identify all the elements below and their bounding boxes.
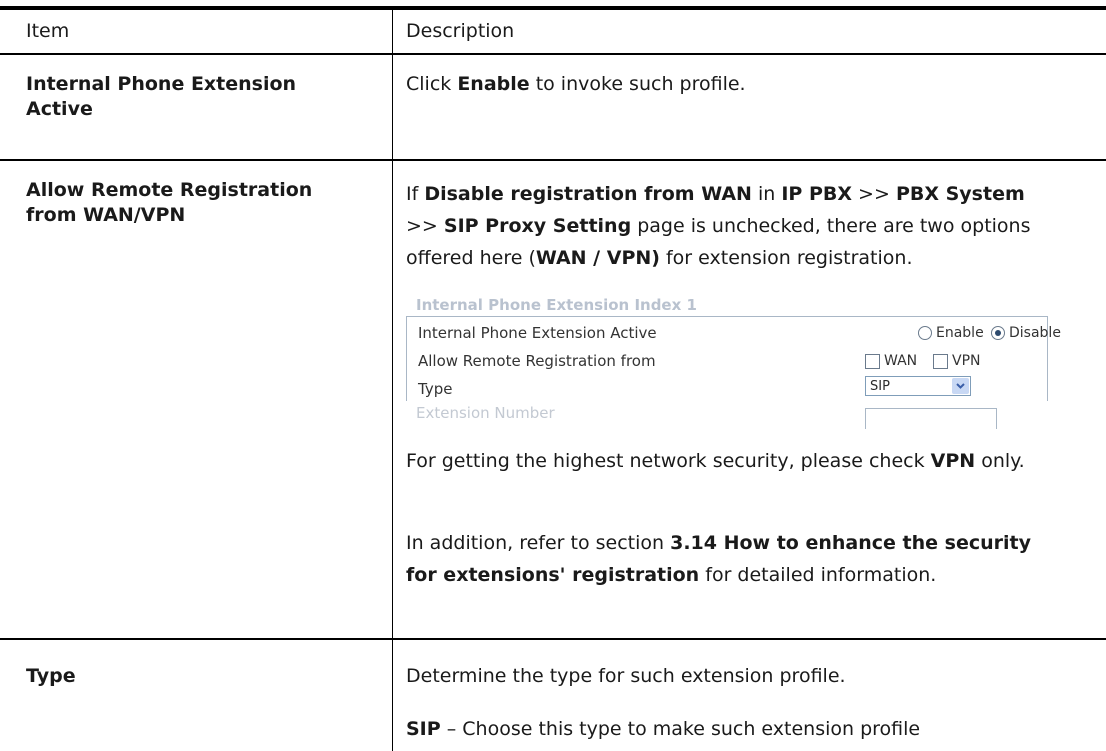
remote-label: Allow Remote Registration from [418,352,656,370]
faded-extension-number: Extension Number [416,404,555,422]
enable-radio[interactable]: Enable [918,325,984,341]
row3-paragraph-2: SIP – Choose this type to make such exte… [406,718,921,740]
row2-paragraph-3: In addition, refer to section 3.14 How t… [406,532,1031,586]
extension-number-input[interactable] [865,408,997,429]
vpn-checkbox[interactable]: VPN [933,353,981,369]
faded-title: Internal Phone Extension Index 1 [416,296,697,314]
row3-item: Type [26,665,76,687]
row3-paragraph-1: Determine the type for such extension pr… [406,665,846,687]
row2-bottom-rule [0,638,1106,640]
type-select[interactable]: SIP [865,376,971,396]
column-divider [392,8,393,751]
row2-paragraph-2: For getting the highest network security… [406,450,1025,472]
table-top-rule [0,6,1106,10]
disable-radio[interactable]: Disable [991,325,1061,341]
header-item: Item [26,20,70,42]
type-label: Type [418,380,453,398]
chevron-down-icon [952,378,969,394]
row1-description: Click Enable to invoke such profile. [406,73,746,95]
active-label: Internal Phone Extension Active [418,324,657,342]
radio-selected-icon [991,326,1005,340]
header-description: Description [406,20,515,42]
wan-checkbox[interactable]: WAN [865,353,917,369]
row1-bottom-rule [0,159,1106,161]
header-bottom-rule [0,53,1106,55]
settings-screenshot: Internal Phone Extension Index 1 Interna… [406,296,1061,429]
radio-unselected-icon [918,326,932,340]
row1-item: Internal Phone Extension Active [26,73,297,120]
row2-paragraph-1: If Disable registration from WAN in IP P… [406,183,1031,269]
checkbox-icon [933,353,948,369]
row2-item: Allow Remote Registration from WAN/VPN [26,179,313,226]
checkbox-icon [865,353,880,369]
